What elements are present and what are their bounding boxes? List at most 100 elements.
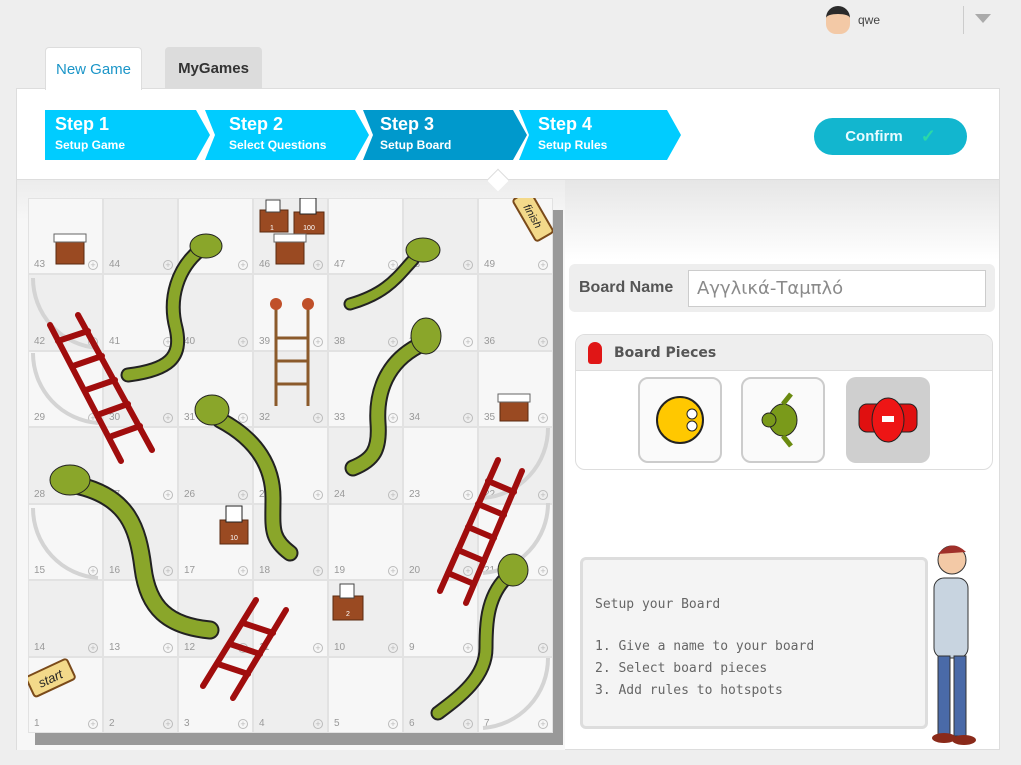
- add-hotspot-icon[interactable]: +: [313, 489, 323, 500]
- add-hotspot-icon[interactable]: +: [163, 489, 173, 500]
- board-cell[interactable]: 35 +: [478, 350, 553, 428]
- add-hotspot-icon[interactable]: +: [463, 489, 473, 500]
- add-hotspot-icon[interactable]: +: [388, 489, 398, 500]
- add-hotspot-icon[interactable]: +: [313, 413, 323, 424]
- add-hotspot-icon[interactable]: +: [238, 336, 248, 347]
- board-cell[interactable]: 24 +: [328, 427, 403, 504]
- board-cell[interactable]: 19 +: [328, 503, 403, 581]
- add-hotspot-icon[interactable]: +: [163, 719, 173, 729]
- add-hotspot-icon[interactable]: +: [238, 719, 248, 729]
- board-cell[interactable]: 30 +: [103, 350, 178, 428]
- user-menu[interactable]: qwe: [826, 6, 880, 34]
- add-hotspot-icon[interactable]: +: [538, 413, 548, 424]
- add-hotspot-icon[interactable]: +: [163, 642, 173, 653]
- add-hotspot-icon[interactable]: +: [88, 642, 98, 653]
- add-hotspot-icon[interactable]: +: [463, 336, 473, 347]
- add-hotspot-icon[interactable]: +: [388, 566, 398, 577]
- add-hotspot-icon[interactable]: +: [163, 413, 173, 424]
- board-cell[interactable]: 46 +: [253, 198, 328, 275]
- board-cell[interactable]: 31 +: [178, 350, 253, 428]
- board-cell[interactable]: 12 +: [178, 580, 253, 657]
- add-hotspot-icon[interactable]: +: [313, 719, 323, 729]
- add-hotspot-icon[interactable]: +: [238, 413, 248, 424]
- game-board[interactable]: 43 +44 +45 +46 +47 +48 +49 +42 +41 +40 +39 +38 +37 +3…: [28, 198, 553, 733]
- confirm-button[interactable]: Confirm ✓: [814, 118, 967, 155]
- add-hotspot-icon[interactable]: +: [88, 260, 98, 271]
- board-cell[interactable]: 14 +: [28, 580, 103, 657]
- board-cell[interactable]: 39 +: [253, 274, 328, 351]
- add-hotspot-icon[interactable]: +: [538, 260, 548, 271]
- board-cell[interactable]: 11 +: [253, 580, 328, 657]
- step-3[interactable]: Step 3 Setup Board: [363, 110, 527, 160]
- board-cell[interactable]: 34 +: [403, 350, 478, 428]
- board-cell[interactable]: 41 +: [103, 274, 178, 351]
- add-hotspot-icon[interactable]: +: [88, 566, 98, 577]
- board-cell[interactable]: 36 +: [478, 274, 553, 351]
- board-cell[interactable]: 4 +: [253, 656, 328, 733]
- board-name-input[interactable]: [688, 270, 986, 307]
- board-cell[interactable]: 25 +: [253, 427, 328, 504]
- add-hotspot-icon[interactable]: +: [313, 336, 323, 347]
- board-cell[interactable]: 28 +: [28, 427, 103, 504]
- add-hotspot-icon[interactable]: +: [538, 642, 548, 653]
- board-cell[interactable]: 18 +: [253, 503, 328, 581]
- add-hotspot-icon[interactable]: +: [313, 566, 323, 577]
- board-cell[interactable]: 15 +: [28, 503, 103, 581]
- board-cell[interactable]: 27 +: [103, 427, 178, 504]
- board-cell[interactable]: 16 +: [103, 503, 178, 581]
- board-cell[interactable]: 40 +: [178, 274, 253, 351]
- piece-turtle[interactable]: [741, 377, 825, 463]
- add-hotspot-icon[interactable]: +: [313, 642, 323, 653]
- board-cell[interactable]: 6 +: [403, 656, 478, 733]
- add-hotspot-icon[interactable]: +: [463, 566, 473, 577]
- board-cell[interactable]: 23 +: [403, 427, 478, 504]
- board-cell[interactable]: 1 +: [28, 656, 103, 733]
- board-cell[interactable]: 17 +: [178, 503, 253, 581]
- tab-my-games[interactable]: MyGames: [165, 47, 262, 89]
- add-hotspot-icon[interactable]: +: [313, 260, 323, 271]
- board-cell[interactable]: 37 +: [403, 274, 478, 351]
- step-4[interactable]: Step 4 Setup Rules: [519, 110, 681, 160]
- add-hotspot-icon[interactable]: +: [388, 642, 398, 653]
- board-cell[interactable]: 26 +: [178, 427, 253, 504]
- board-cell[interactable]: 2 +: [103, 656, 178, 733]
- add-hotspot-icon[interactable]: +: [238, 489, 248, 500]
- add-hotspot-icon[interactable]: +: [388, 719, 398, 729]
- add-hotspot-icon[interactable]: +: [238, 260, 248, 271]
- add-hotspot-icon[interactable]: +: [463, 413, 473, 424]
- add-hotspot-icon[interactable]: +: [538, 489, 548, 500]
- add-hotspot-icon[interactable]: +: [388, 413, 398, 424]
- board-cell[interactable]: 8 +: [478, 580, 553, 657]
- board-cell[interactable]: 7 +: [478, 656, 553, 733]
- board-cell[interactable]: 44 +: [103, 198, 178, 275]
- step-2[interactable]: Step 2 Select Questions: [205, 110, 369, 160]
- add-hotspot-icon[interactable]: +: [238, 642, 248, 653]
- board-cell[interactable]: 5 +: [328, 656, 403, 733]
- board-cell[interactable]: 10 +: [328, 580, 403, 657]
- board-cell[interactable]: 49 +: [478, 198, 553, 275]
- add-hotspot-icon[interactable]: +: [388, 336, 398, 347]
- add-hotspot-icon[interactable]: +: [238, 566, 248, 577]
- add-hotspot-icon[interactable]: +: [88, 413, 98, 424]
- add-hotspot-icon[interactable]: +: [388, 260, 398, 271]
- board-cell[interactable]: 45 +: [178, 198, 253, 275]
- board-cell[interactable]: 20 +: [403, 503, 478, 581]
- board-cell[interactable]: 13 +: [103, 580, 178, 657]
- add-hotspot-icon[interactable]: +: [538, 719, 548, 729]
- add-hotspot-icon[interactable]: +: [463, 642, 473, 653]
- board-cell[interactable]: 21 +: [478, 503, 553, 581]
- board-cell[interactable]: 29 +: [28, 350, 103, 428]
- board-cell[interactable]: 43 +: [28, 198, 103, 275]
- step-1[interactable]: Step 1 Setup Game: [45, 110, 210, 160]
- add-hotspot-icon[interactable]: +: [163, 260, 173, 271]
- add-hotspot-icon[interactable]: +: [538, 336, 548, 347]
- add-hotspot-icon[interactable]: +: [88, 336, 98, 347]
- piece-red-car[interactable]: [846, 377, 930, 463]
- board-cell[interactable]: 38 +: [328, 274, 403, 351]
- board-cell[interactable]: 3 +: [178, 656, 253, 733]
- board-cell[interactable]: 42 +: [28, 274, 103, 351]
- add-hotspot-icon[interactable]: +: [88, 719, 98, 729]
- board-cell[interactable]: 9 +: [403, 580, 478, 657]
- add-hotspot-icon[interactable]: +: [463, 260, 473, 271]
- board-cell[interactable]: 48 +: [403, 198, 478, 275]
